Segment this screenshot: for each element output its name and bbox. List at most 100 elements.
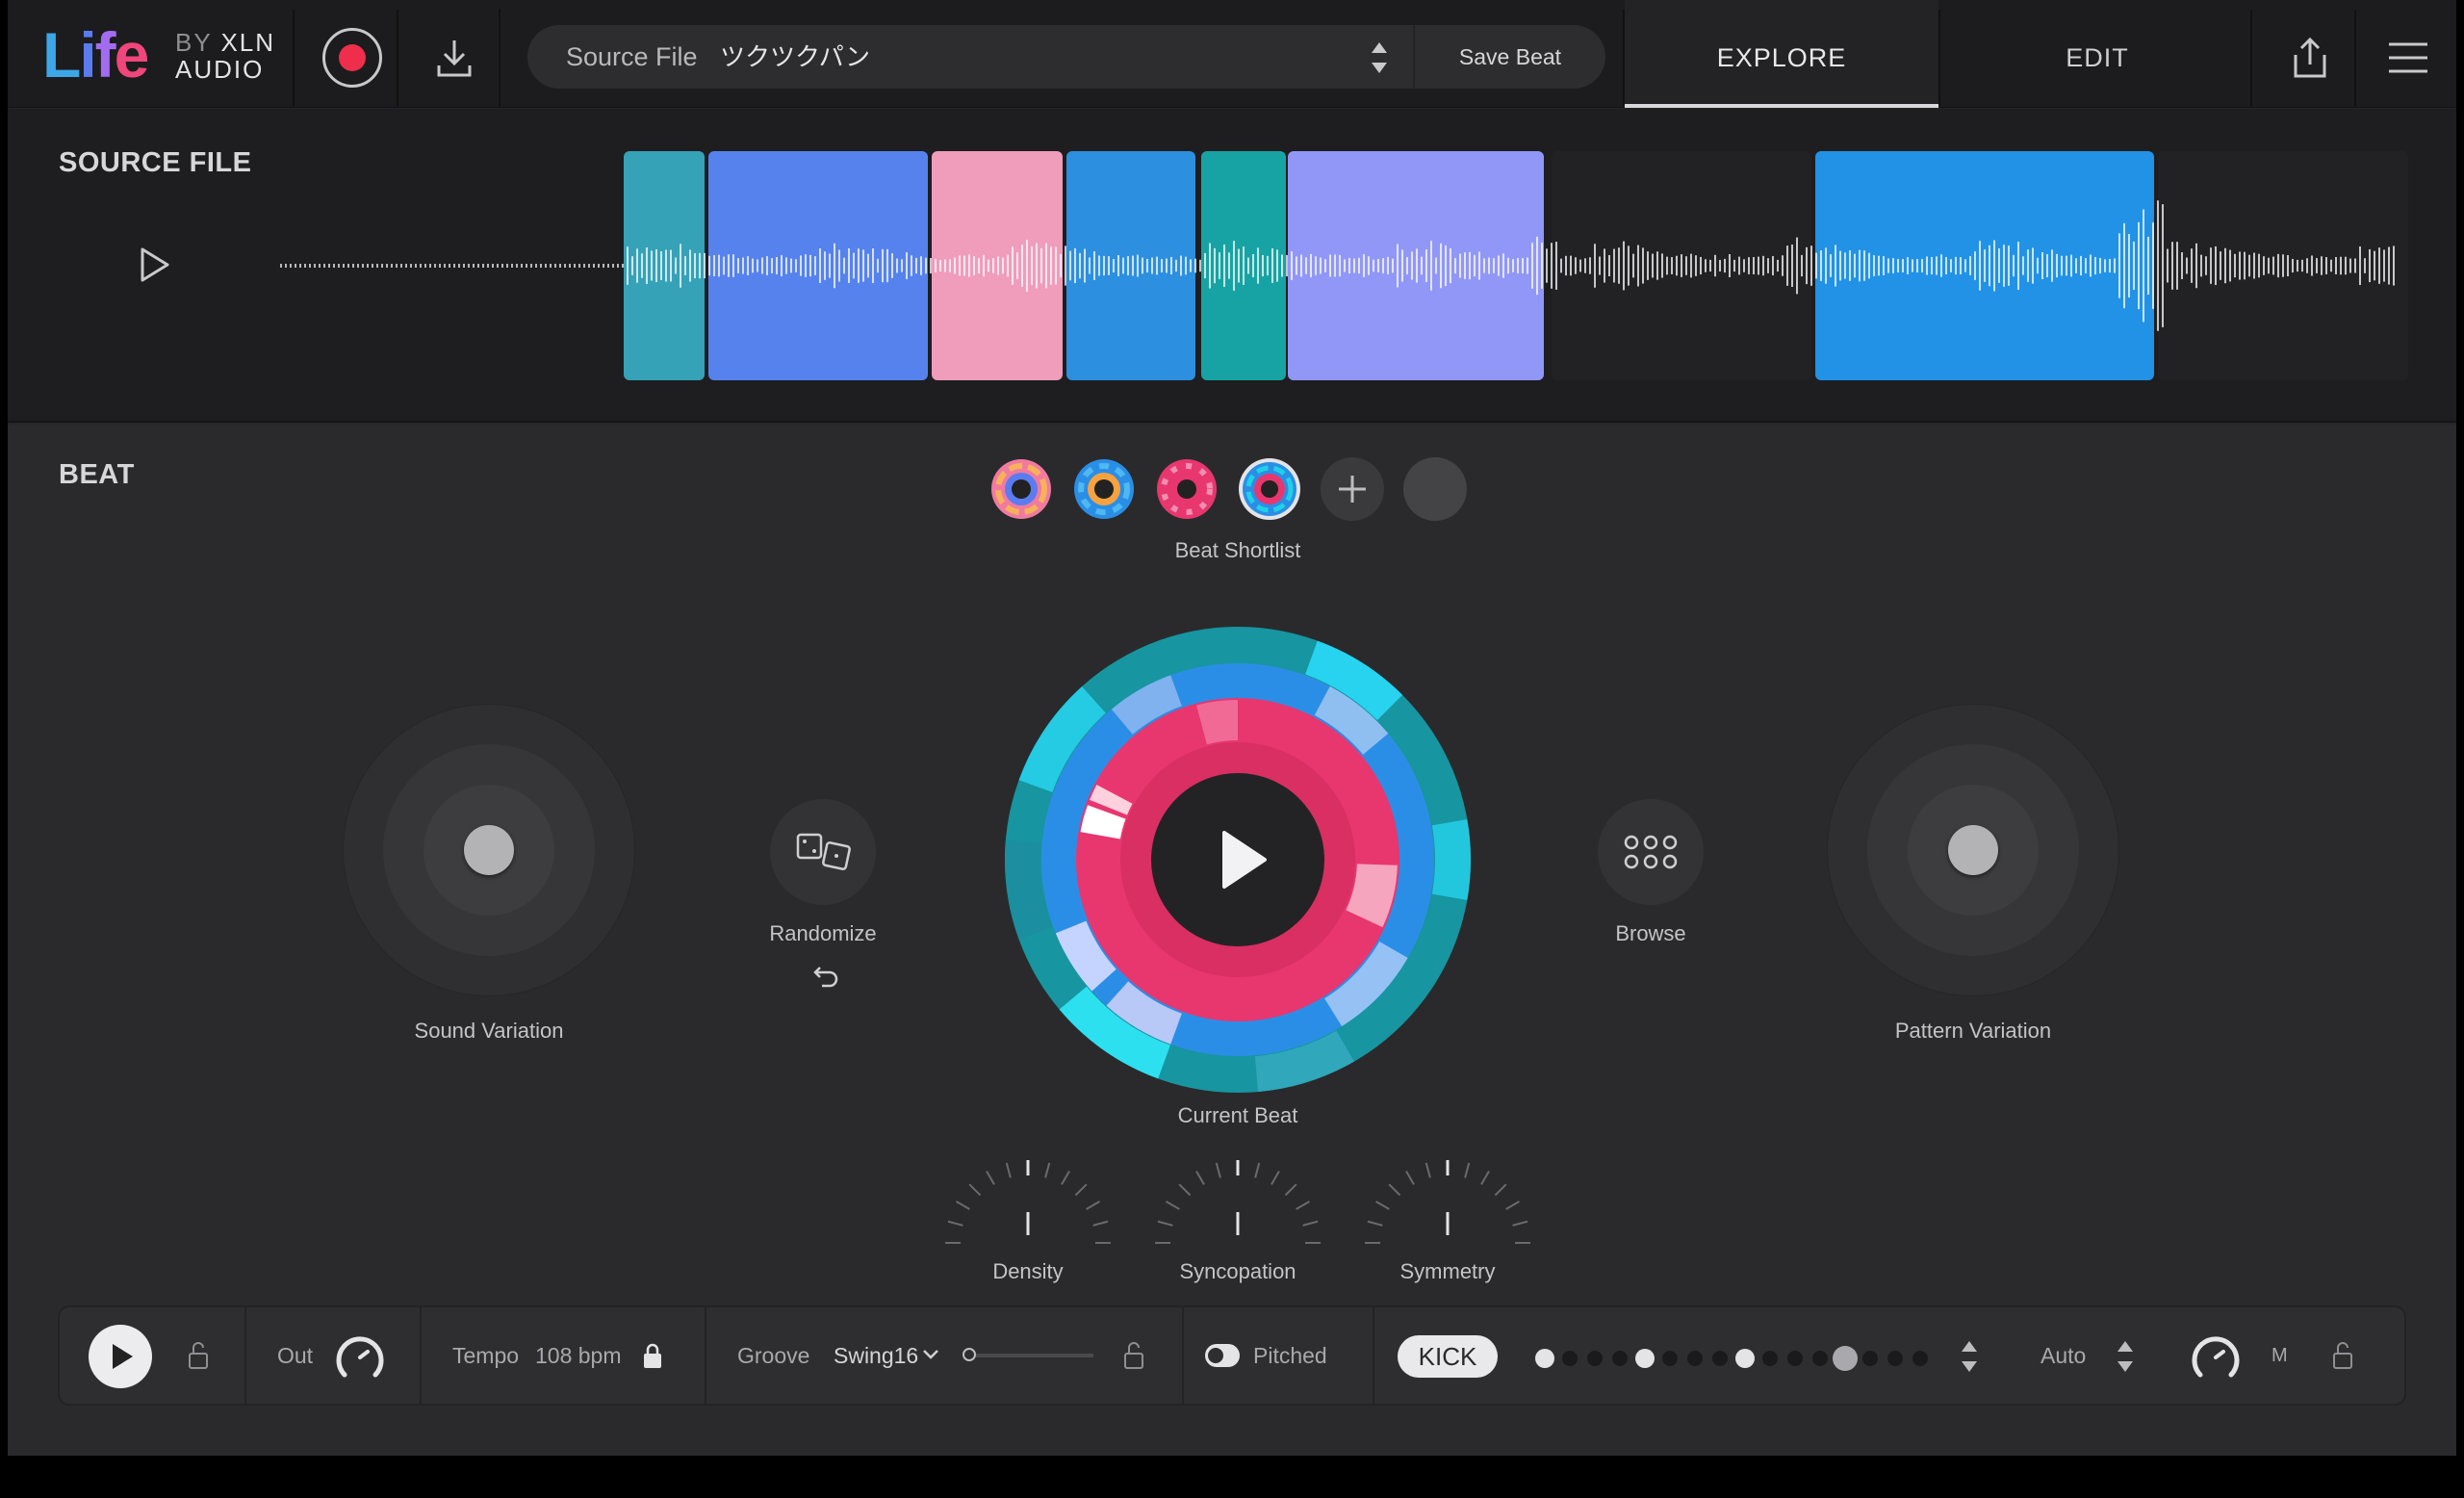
sequencer-step[interactable] [1735,1349,1755,1368]
beat-step-block [1431,818,1471,901]
sequencer-step[interactable] [1687,1351,1703,1366]
sequencer-step[interactable] [1635,1349,1655,1368]
transport-play-button[interactable] [89,1325,152,1388]
source-file-label: Source File [566,42,698,71]
source-file-selector[interactable]: Source File ツクツクパン Save Beat [527,25,1605,89]
undo-icon [813,967,838,988]
shortlist-beat-3[interactable] [1155,457,1219,521]
tempo-lock-button[interactable] [641,1342,664,1371]
sequencer-step[interactable] [1587,1351,1603,1366]
save-beat-button[interactable]: Save Beat [1413,25,1605,89]
step-page-stepper[interactable] [1958,1336,1981,1377]
menu-button[interactable] [2358,8,2456,108]
master-volume-knob[interactable] [2187,1329,2245,1386]
share-icon [2294,37,2326,78]
syncopation-label: Syncopation [1179,1259,1296,1283]
add-to-shortlist-button[interactable] [1321,457,1384,521]
pattern-variation-pad[interactable] [1827,704,2119,996]
sequencer-step[interactable] [1887,1351,1903,1366]
source-waveform[interactable] [8,109,2456,423]
groove-select[interactable]: Swing16 [834,1307,918,1404]
logo-xln-audio: BY XLN AUDIO [175,28,276,84]
master-lock-button[interactable] [2331,1340,2354,1371]
sequencer-step[interactable] [1912,1351,1928,1366]
shortlist-beat-1[interactable] [989,457,1053,521]
slider-thumb[interactable] [962,1348,976,1361]
groove-label: Groove [737,1343,810,1368]
source-stepper[interactable] [1365,37,1394,79]
knob-icon [2192,1336,2240,1378]
lock-icon [644,1343,661,1368]
record-button[interactable] [302,8,402,108]
chevron-down-icon [923,1350,938,1359]
current-beat-wheel[interactable] [999,621,1476,1098]
symmetry-dial[interactable] [1361,1147,1534,1253]
divider [1182,1307,1184,1404]
auto-label: Auto [2040,1343,2087,1368]
sequencer-step[interactable] [1612,1351,1628,1366]
current-beat-label: Current Beat [1177,1103,1298,1127]
tab-explore[interactable]: EXPLORE [1625,0,1938,108]
sound-variation-handle[interactable] [464,825,514,875]
step-sequencer[interactable] [1532,1346,1937,1371]
up-down-arrows-icon [1962,1341,1977,1372]
groove-dropdown-toggle[interactable] [922,1348,939,1361]
empty-shortlist-slot[interactable] [1403,457,1467,521]
sequencer-step[interactable] [1535,1349,1554,1368]
groove-lock-button[interactable] [1122,1340,1145,1371]
sequencer-step[interactable] [1712,1351,1728,1366]
undo-randomize-button[interactable] [812,960,841,989]
randomize-button[interactable] [770,799,876,905]
syncopation-dial[interactable] [1151,1147,1324,1253]
pitched-toggle[interactable] [1205,1344,1240,1367]
unlocked-icon [189,1342,208,1369]
sound-variation-label: Sound Variation [414,1019,564,1043]
output-volume-knob[interactable] [331,1329,389,1386]
knob-icon [336,1336,384,1378]
current-beat-play-button[interactable] [1151,773,1324,946]
sequencer-step[interactable] [1762,1351,1778,1366]
instrument-select-kick[interactable]: KICK [1398,1335,1498,1378]
sequencer-step[interactable] [1787,1351,1803,1366]
logo-life-text: Life [42,19,149,90]
shortlist-beat-2[interactable] [1072,457,1136,521]
sequencer-step[interactable] [1812,1351,1828,1366]
beat-shortlist-label: Beat Shortlist [1174,538,1301,562]
sequencer-step[interactable] [1833,1346,1858,1371]
sound-variation-pad[interactable] [343,704,635,996]
play-icon [113,1344,133,1369]
divider [397,10,398,106]
top-bar: Life BY XLN AUDIO Source File ツクツクパン Save… [8,0,2456,108]
symmetry-label: Symmetry [1399,1259,1496,1283]
sequencer-step[interactable] [1862,1351,1878,1366]
mute-label[interactable]: M [2272,1307,2288,1404]
transport-bar: Out Tempo 108 bpm Groove Swing16 Pitched [58,1305,2406,1406]
auto-stepper[interactable] [2114,1336,2137,1377]
browse-label: Browse [1615,921,1686,945]
app-logo: Life BY XLN AUDIO [42,21,293,89]
plus-icon [1339,476,1366,503]
browse-button[interactable] [1598,799,1704,905]
pattern-variation-handle[interactable] [1948,825,1998,875]
density-dial[interactable] [941,1147,1115,1253]
source-file-panel: SOURCE FILE [8,109,2456,423]
tempo-value[interactable]: 108 bpm [535,1307,622,1404]
dice-icon [796,833,851,870]
out-label: Out [277,1343,314,1368]
export-button[interactable] [2260,8,2360,108]
sequencer-step[interactable] [1662,1351,1678,1366]
hamburger-menu-icon [2389,42,2427,73]
beat-panel: BEAT Beat Shortlist Sound Variation Rand… [8,425,2456,1456]
source-file-name: ツクツクパン [720,42,871,71]
tab-edit[interactable]: EDIT [1940,0,2254,108]
pitched-label: Pitched [1253,1343,1327,1368]
grid-dots-icon [1624,835,1678,869]
import-button[interactable] [404,8,504,108]
shortlist-beat-4-selected[interactable] [1238,457,1301,521]
density-label: Density [992,1259,1064,1283]
divider [420,1307,422,1404]
transport-lock-button[interactable] [187,1340,210,1371]
sequencer-step[interactable] [1562,1351,1578,1366]
groove-amount-slider[interactable] [962,1348,1093,1361]
randomize-label: Randomize [769,921,877,945]
